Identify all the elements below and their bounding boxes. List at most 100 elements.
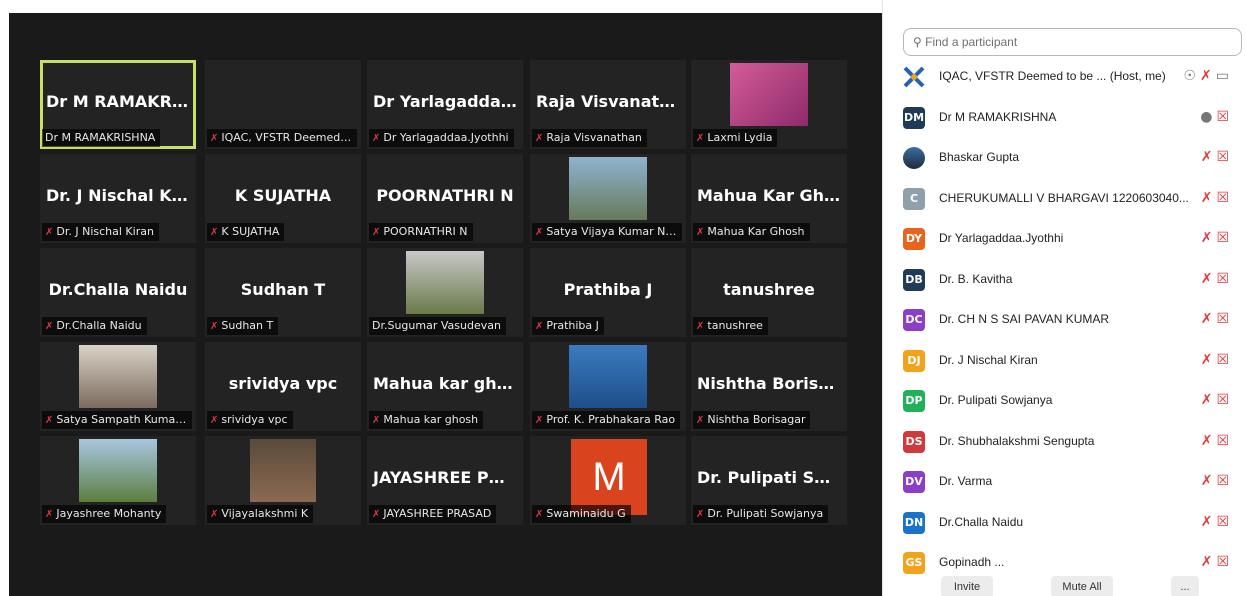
participant-status-icons[interactable]: ✗☒: [1201, 473, 1233, 489]
tile-label-text: Mahua Kar Ghosh: [707, 225, 805, 238]
video-tile[interactable]: Dr Yarlagaddaa.... ✗ Dr Yarlagaddaa.Jyothh…: [367, 60, 523, 149]
mic-muted-icon: ✗: [535, 227, 544, 238]
search-input[interactable]: ⚲ Find a participant: [903, 28, 1242, 56]
video-tile[interactable]: Sudhan T ✗ Sudhan T: [205, 248, 361, 337]
tile-label-text: Swaminaidu G: [546, 507, 626, 520]
video-tile[interactable]: K SUJATHA ✗ K SUJATHA: [205, 154, 361, 243]
more-button[interactable]: ...: [1171, 576, 1199, 596]
video-off-icon: ☒: [1216, 311, 1233, 327]
video-tile[interactable]: Dr. J Nischal Kir... ✗ Dr. J Nischal Kiran: [40, 154, 196, 243]
tile-label-text: Dr. J Nischal Kiran: [56, 225, 154, 238]
participant-status-icons[interactable]: ✗☒: [1201, 352, 1233, 368]
participant-video: [569, 157, 647, 220]
participant-row[interactable]: DC Dr. CH N S SAI PAVAN KUMAR ✗☒: [883, 302, 1246, 342]
video-tile[interactable]: JAYASHREE PR... ✗ JAYASHREE PRASAD: [367, 436, 523, 525]
video-off-icon: ☒: [1216, 351, 1233, 368]
video-tile[interactable]: Dr M RAMAKRI... Dr M RAMAKRISHNA: [40, 60, 196, 149]
tile-label-text: Jayashree Mohanty: [56, 507, 162, 520]
invite-button[interactable]: Invite: [941, 576, 993, 596]
avatar: DJ: [903, 349, 925, 372]
participant-name: Dr. Pulipati Sowjanya: [939, 393, 1053, 407]
tile-name-label: ✗ Swaminaidu G: [532, 505, 631, 523]
tile-name-label: ✗ Raja Visvanathan: [532, 129, 647, 147]
participant-status-icons[interactable]: ●☒: [1200, 109, 1233, 125]
mic-on-icon: ●: [1200, 108, 1217, 125]
participant-status-icons[interactable]: ✗☒: [1201, 271, 1233, 287]
avatar: DN: [903, 511, 925, 534]
video-tile[interactable]: Dr. Pulipati Sow... ✗ Dr. Pulipati Sowjany…: [691, 436, 847, 525]
mic-muted-icon: ✗: [535, 321, 544, 332]
participant-status-icons[interactable]: ☉✗▭: [1183, 68, 1233, 84]
video-tile[interactable]: ✗ Satya Vijaya Kumar Nu...: [530, 154, 686, 243]
tile-name-label: ✗ Dr.Challa Naidu: [42, 317, 147, 335]
video-tile[interactable]: tanushree ✗ tanushree: [691, 248, 847, 337]
avatar: DS: [903, 430, 925, 453]
participant-row[interactable]: DV Dr. Varma ✗☒: [883, 464, 1246, 504]
tile-display-name: Mahua kar ghosh: [373, 374, 523, 393]
participant-row[interactable]: C CHERUKUMALLI V BHARGAVI 1220603040... ✗☒: [883, 181, 1246, 221]
mic-muted-icon: ✗: [696, 415, 705, 426]
tile-name-label: ✗ JAYASHREE PRASAD: [369, 505, 497, 523]
participant-row[interactable]: DM Dr M RAMAKRISHNA ●☒: [883, 100, 1246, 140]
tile-label-text: Mahua kar ghosh: [383, 413, 479, 426]
video-tile[interactable]: ✗ IQAC, VFSTR Deemed t...: [205, 60, 361, 149]
participant-video: [730, 63, 808, 126]
video-tile[interactable]: Raja Visvanathan ✗ Raja Visvanathan: [530, 60, 686, 149]
video-tile[interactable]: ✗ Satya Sampath Kumar ...: [40, 342, 196, 431]
participant-status-icons[interactable]: ✗☒: [1201, 311, 1233, 327]
mute-all-button[interactable]: Mute All: [1051, 576, 1113, 596]
participant-row[interactable]: IQAC, VFSTR Deemed to be ... (Host, me) ☉…: [883, 59, 1246, 99]
participant-row[interactable]: DS Dr. Shubhalakshmi Sengupta ✗☒: [883, 424, 1246, 464]
video-tile[interactable]: ✗ Prof. K. Prabhakara Rao: [530, 342, 686, 431]
participant-status-icons[interactable]: ✗☒: [1201, 190, 1233, 206]
participant-row[interactable]: DB Dr. B. Kavitha ✗☒: [883, 262, 1246, 302]
mic-muted-icon: ✗: [45, 321, 54, 332]
video-off-icon: ☒: [1216, 513, 1233, 530]
video-tile[interactable]: ✗ Jayashree Mohanty: [40, 436, 196, 525]
participant-row[interactable]: DJ Dr. J Nischal Kiran ✗☒: [883, 343, 1246, 383]
mic-muted-icon: ✗: [1200, 392, 1217, 408]
participant-row[interactable]: Bhaskar Gupta ✗☒: [883, 140, 1246, 180]
tile-display-name: Dr. Pulipati Sow...: [697, 468, 847, 487]
video-tile[interactable]: ✗ Vijayalakshmi K: [205, 436, 361, 525]
video-tile[interactable]: Dr.Sugumar Vasudevan: [367, 248, 523, 337]
tile-name-label: Dr M RAMAKRISHNA: [42, 129, 161, 147]
mic-muted-icon: ✗: [1200, 473, 1217, 489]
video-tile[interactable]: Dr.Challa Naidu ✗ Dr.Challa Naidu: [40, 248, 196, 337]
mic-muted-icon: ✗: [696, 227, 705, 238]
participant-status-icons[interactable]: ✗☒: [1201, 149, 1233, 165]
mic-muted-icon: ✗: [535, 415, 544, 426]
video-tile[interactable]: ✗ Laxmi Lydia: [691, 60, 847, 149]
participant-status-icons[interactable]: ✗☒: [1201, 514, 1233, 530]
tile-display-name: Sudhan T: [240, 280, 326, 299]
participant-name: Dr. CH N S SAI PAVAN KUMAR: [939, 312, 1110, 326]
tile-label-text: Dr M RAMAKRISHNA: [45, 131, 156, 144]
participant-status-icons[interactable]: ✗☒: [1201, 392, 1233, 408]
tile-name-label: Dr.Sugumar Vasudevan: [369, 317, 506, 335]
participant-video: [79, 345, 157, 408]
participant-name: Dr. B. Kavitha: [939, 271, 1013, 286]
tile-display-name: Mahua Kar Ghosh: [697, 186, 847, 205]
video-tile[interactable]: POORNATHRI N ✗ POORNATHRI N: [367, 154, 523, 243]
video-tile[interactable]: Mahua Kar Ghosh ✗ Mahua Kar Ghosh: [691, 154, 847, 243]
video-off-icon: ☒: [1216, 149, 1233, 165]
participant-row[interactable]: DN Dr.Challa Naidu ✗☒: [883, 505, 1246, 545]
participant-row[interactable]: DY Dr Yarlagaddaa.Jyothhi ✗☒: [883, 221, 1246, 261]
tile-name-label: ✗ IQAC, VFSTR Deemed t...: [207, 129, 357, 147]
tile-label-text: Laxmi Lydia: [707, 131, 773, 144]
video-tile[interactable]: M ✗ Swaminaidu G: [530, 436, 686, 525]
participant-status-icons[interactable]: ✗☒: [1201, 230, 1233, 246]
tile-name-label: ✗ Satya Sampath Kumar ...: [42, 411, 192, 429]
video-tile[interactable]: Mahua kar ghosh ✗ Mahua kar ghosh: [367, 342, 523, 431]
share-icon: ☉: [1183, 68, 1201, 84]
participant-status-icons[interactable]: ✗☒: [1201, 433, 1233, 449]
tile-display-name: Raja Visvanathan: [536, 92, 686, 111]
video-off-icon: ☒: [1216, 270, 1233, 287]
tile-name-label: ✗ Prathiba J: [532, 317, 604, 335]
video-tile[interactable]: Nishtha Borisagar ✗ Nishtha Borisagar: [691, 342, 847, 431]
tile-name-label: ✗ Dr Yarlagaddaa.Jyothhi: [369, 129, 514, 147]
participant-row[interactable]: DP Dr. Pulipati Sowjanya ✗☒: [883, 383, 1246, 423]
video-tile[interactable]: Prathiba J ✗ Prathiba J: [530, 248, 686, 337]
video-tile[interactable]: srividya vpc ✗ srividya vpc: [205, 342, 361, 431]
mic-muted-icon: ✗: [372, 415, 381, 426]
